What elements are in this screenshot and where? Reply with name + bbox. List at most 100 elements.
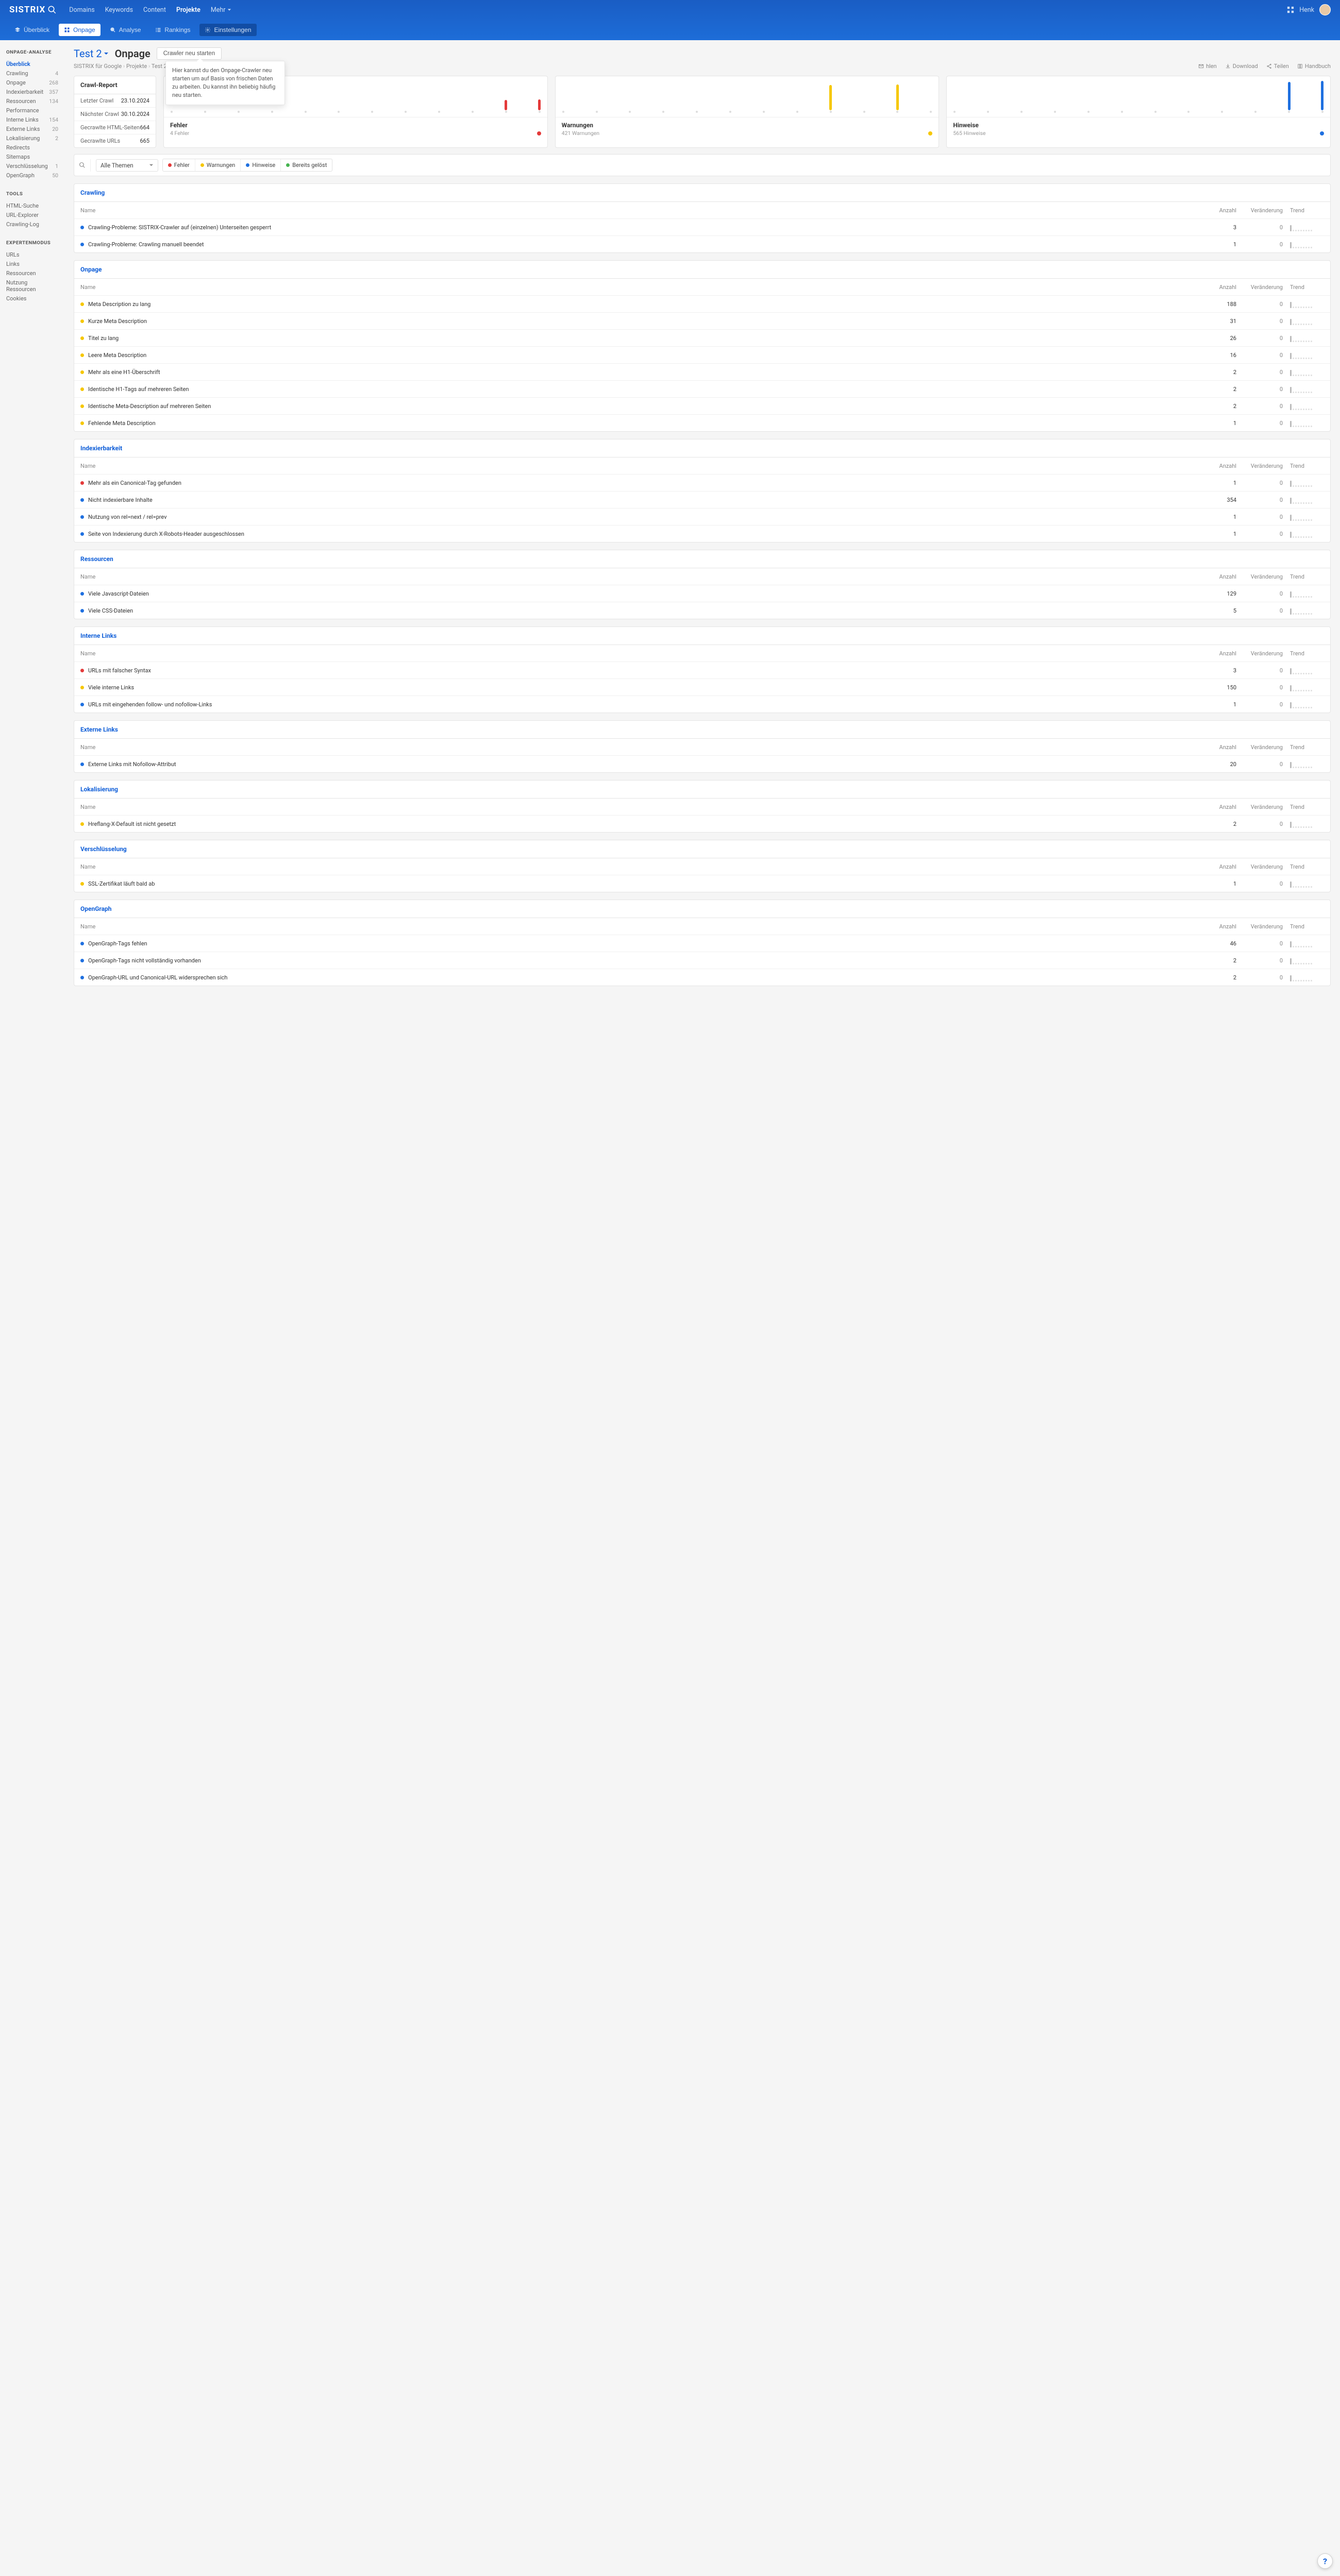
- sidebar-item-cookies[interactable]: Cookies: [6, 294, 58, 303]
- tab-überblick[interactable]: Überblick: [9, 24, 55, 36]
- table-row[interactable]: OpenGraph-Tags nicht vollständig vorhand…: [74, 952, 1330, 969]
- table-row[interactable]: Crawling-Probleme: Crawling manuell been…: [74, 235, 1330, 252]
- chip-warnungen[interactable]: Warnungen: [195, 159, 241, 171]
- nav-keywords[interactable]: Keywords: [105, 4, 133, 16]
- main-nav: Domains Keywords Content Projekte Mehr: [69, 4, 231, 16]
- table-row[interactable]: Hreflang-X-Default ist nicht gesetzt20: [74, 815, 1330, 832]
- restart-crawler-button[interactable]: Crawler neu starten: [157, 47, 222, 60]
- nav-projekte[interactable]: Projekte: [176, 4, 200, 16]
- table-row[interactable]: Nicht indexierbare Inhalte3540: [74, 491, 1330, 508]
- table-row[interactable]: OpenGraph-Tags fehlen460: [74, 935, 1330, 952]
- trend-spark: [1283, 589, 1324, 598]
- sidebar-item-crawling-log[interactable]: Crawling-Log: [6, 219, 58, 229]
- section-lokalisierung: LokalisierungNameAnzahlVeränderungTrendH…: [74, 780, 1331, 833]
- magnify-icon: [47, 5, 57, 14]
- table-header: NameAnzahlVeränderungTrend: [74, 201, 1330, 218]
- nav-content[interactable]: Content: [143, 4, 166, 16]
- table-row[interactable]: Viele CSS-Dateien50: [74, 602, 1330, 619]
- section-title: Onpage: [74, 261, 1330, 278]
- sidebar-item-lokalisierung[interactable]: Lokalisierung2: [6, 133, 58, 143]
- trend-spark: [1283, 351, 1324, 359]
- sidebar-item-html-suche[interactable]: HTML-Suche: [6, 201, 58, 210]
- table-row[interactable]: SSL-Zertifikat läuft bald ab10: [74, 875, 1330, 892]
- tab-onpage[interactable]: Onpage: [59, 24, 100, 36]
- sidebar-item-ressourcen[interactable]: Ressourcen: [6, 268, 58, 278]
- project-selector[interactable]: Test 2: [74, 47, 109, 60]
- severity-dot: [80, 609, 84, 613]
- action-handbuch[interactable]: Handbuch: [1297, 63, 1331, 70]
- severity-dot: [80, 498, 84, 502]
- table-row[interactable]: Externe Links mit Nofollow-Attribut200: [74, 755, 1330, 772]
- trend-spark: [1283, 666, 1324, 674]
- table-row[interactable]: URLs mit eingehenden follow- und nofollo…: [74, 696, 1330, 713]
- table-row[interactable]: Kurze Meta Description310: [74, 312, 1330, 329]
- sidebar-item-externe-links[interactable]: Externe Links20: [6, 124, 58, 133]
- severity-dot: [80, 822, 84, 826]
- metric-card-warnungen[interactable]: Warnungen421 Warnungen: [555, 76, 940, 148]
- metric-card-hinweise[interactable]: Hinweise565 Hinweise: [946, 76, 1331, 148]
- apps-icon[interactable]: [1287, 6, 1294, 13]
- table-row[interactable]: Crawling-Probleme: SISTRIX-Crawler auf (…: [74, 218, 1330, 235]
- sidebar-item-crawling[interactable]: Crawling4: [6, 69, 58, 78]
- sidebar-item-redirects[interactable]: Redirects: [6, 143, 58, 152]
- topic-select[interactable]: Alle Themen: [96, 159, 158, 172]
- severity-dot: [80, 319, 84, 323]
- tab-analyse[interactable]: Analyse: [105, 24, 146, 36]
- trend-spark: [1283, 939, 1324, 947]
- sidebar-item-performance[interactable]: Performance: [6, 106, 58, 115]
- sidebar-item-verschlüsselung[interactable]: Verschlüsselung1: [6, 161, 58, 171]
- chip-hinweise[interactable]: Hinweise: [241, 159, 281, 171]
- table-row[interactable]: Mehr als eine H1-Überschrift20: [74, 363, 1330, 380]
- sidebar-item-urls[interactable]: URLs: [6, 250, 58, 259]
- avatar[interactable]: [1319, 4, 1331, 15]
- sidebar-item-interne-links[interactable]: Interne Links154: [6, 115, 58, 124]
- chip-bereits gelöst[interactable]: Bereits gelöst: [281, 159, 332, 171]
- table-row[interactable]: Mehr als ein Canonical-Tag gefunden10: [74, 474, 1330, 491]
- sidebar-item-indexierbarkeit[interactable]: Indexierbarkeit357: [6, 87, 58, 96]
- section-ressourcen: RessourcenNameAnzahlVeränderungTrendViel…: [74, 550, 1331, 619]
- section-indexierbarkeit: IndexierbarkeitNameAnzahlVeränderungTren…: [74, 439, 1331, 543]
- table-row[interactable]: Identische Meta-Description auf mehreren…: [74, 397, 1330, 414]
- action-download[interactable]: Download: [1225, 63, 1258, 70]
- crumb-item[interactable]: Test 2: [152, 63, 167, 70]
- user-name[interactable]: Henk: [1299, 6, 1314, 14]
- severity-dot: [80, 703, 84, 706]
- table-row[interactable]: Viele Javascript-Dateien1290: [74, 585, 1330, 602]
- table-row[interactable]: OpenGraph-URL und Canonical-URL widerspr…: [74, 969, 1330, 986]
- chip-fehler[interactable]: Fehler: [163, 159, 195, 171]
- trend-spark: [1283, 820, 1324, 828]
- section-verschlüsselung: VerschlüsselungNameAnzahlVeränderungTren…: [74, 840, 1331, 892]
- sidebar-item-opengraph[interactable]: OpenGraph50: [6, 171, 58, 180]
- nav-domains[interactable]: Domains: [69, 4, 95, 16]
- sidebar-item-links[interactable]: Links: [6, 259, 58, 268]
- table-row[interactable]: URLs mit falscher Syntax30: [74, 662, 1330, 679]
- trend-spark: [1283, 683, 1324, 691]
- help-button[interactable]: ?: [1317, 2553, 1333, 2569]
- action-hlen[interactable]: hlen: [1198, 63, 1217, 70]
- section-title: Interne Links: [74, 627, 1330, 645]
- nav-mehr[interactable]: Mehr: [211, 4, 231, 16]
- table-row[interactable]: Fehlende Meta Description10: [74, 414, 1330, 431]
- logo[interactable]: SISTRIX: [9, 5, 57, 15]
- search-icon[interactable]: [78, 159, 91, 172]
- sidebar-item-sitemaps[interactable]: Sitemaps: [6, 152, 58, 161]
- table-row[interactable]: Nutzung von rel=next / rel=prev10: [74, 508, 1330, 525]
- table-row[interactable]: Meta Description zu lang1880: [74, 295, 1330, 312]
- crumb-item[interactable]: SISTRIX für Google: [74, 63, 122, 70]
- sidebar-item-ressourcen[interactable]: Ressourcen134: [6, 96, 58, 106]
- sidebar-heading: ONPAGE-ANALYSE: [6, 49, 58, 55]
- sidebar-item-nutzung-ressourcen[interactable]: Nutzung Ressourcen: [6, 278, 58, 294]
- sidebar-item-überblick[interactable]: Überblick: [6, 59, 58, 69]
- table-row[interactable]: Leere Meta Description160: [74, 346, 1330, 363]
- tab-einstellungen[interactable]: Einstellungen: [199, 24, 256, 36]
- table-row[interactable]: Seite von Indexierung durch X-Robots-Hea…: [74, 525, 1330, 542]
- table-row[interactable]: Identische H1-Tags auf mehreren Seiten20: [74, 380, 1330, 397]
- severity-dot: [80, 226, 84, 229]
- sidebar-item-onpage[interactable]: Onpage268: [6, 78, 58, 87]
- action-teilen[interactable]: Teilen: [1266, 63, 1289, 70]
- crumb-item[interactable]: Projekte: [126, 63, 147, 70]
- table-row[interactable]: Viele interne Links1500: [74, 679, 1330, 696]
- table-row[interactable]: Titel zu lang260: [74, 329, 1330, 346]
- tab-rankings[interactable]: Rankings: [150, 24, 195, 36]
- sidebar-item-url-explorer[interactable]: URL-Explorer: [6, 210, 58, 219]
